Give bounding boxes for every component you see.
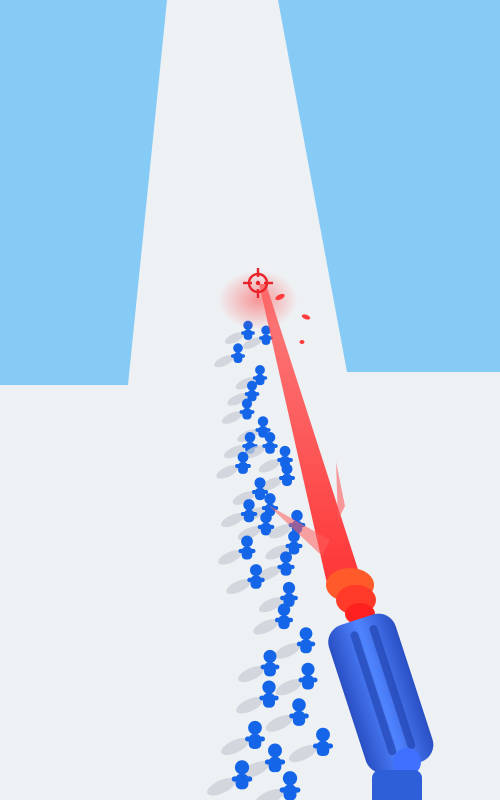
gun-grip	[372, 770, 422, 800]
figure-head	[277, 603, 291, 617]
figure-head	[254, 477, 266, 489]
figure-head	[234, 760, 250, 775]
figure-arms	[279, 787, 301, 793]
figure-arms	[240, 511, 258, 517]
figure-arms	[255, 428, 271, 432]
figure-arms	[274, 617, 294, 623]
figure-arms	[231, 776, 253, 782]
figure-head	[299, 627, 313, 640]
figure-arms	[264, 759, 286, 765]
figure-head	[233, 343, 243, 353]
figure-head	[262, 680, 276, 694]
figure-head	[264, 432, 276, 443]
figure-arms	[289, 713, 309, 719]
figure-arms	[235, 464, 251, 468]
figure-arms	[279, 476, 295, 480]
figure-head	[264, 493, 276, 505]
figure-arms	[298, 677, 318, 683]
figure-arms	[244, 736, 266, 742]
figure-body	[254, 487, 266, 501]
figure-arms	[277, 458, 293, 462]
figure-head	[280, 551, 292, 564]
figure-arms	[251, 489, 269, 495]
figure-head	[268, 743, 282, 758]
figure-arms	[244, 392, 260, 396]
figure-head	[282, 771, 298, 786]
figure-head	[237, 451, 249, 463]
figure-arms	[277, 564, 295, 570]
figure-body	[248, 733, 262, 750]
figure-arms	[247, 577, 265, 583]
blood-drop	[299, 340, 305, 344]
figure-head	[246, 380, 258, 391]
figure-head	[281, 463, 293, 475]
figure-body	[238, 462, 248, 474]
figure-head	[255, 364, 265, 375]
figure-head	[263, 649, 277, 663]
figure-head	[241, 398, 253, 409]
figure-arms	[241, 331, 255, 335]
figure-head	[243, 499, 255, 511]
figure-arms	[296, 641, 316, 647]
figure-body	[241, 546, 253, 560]
figure-arms	[252, 376, 268, 380]
figure-head	[316, 727, 330, 742]
figure-arms	[262, 444, 278, 448]
figure-head	[279, 445, 291, 457]
figure-arms	[238, 548, 256, 554]
figure-arms	[259, 695, 279, 701]
figure-head	[282, 581, 296, 595]
figure-body	[242, 408, 252, 420]
figure-body	[264, 662, 276, 677]
figure-body	[250, 575, 262, 589]
figure-head	[260, 511, 272, 524]
figure-head	[249, 564, 263, 577]
blood-glow	[218, 270, 298, 330]
figure-arms	[230, 354, 246, 358]
figure-arms	[257, 524, 275, 530]
figure-head	[301, 662, 315, 676]
figure-head	[241, 535, 253, 548]
figure-arms	[259, 336, 273, 340]
figure-head	[248, 720, 262, 735]
figure-arms	[260, 664, 280, 670]
figure-head	[257, 416, 269, 427]
figure-arms	[312, 743, 334, 749]
figure-head	[244, 432, 256, 443]
figure-arms	[280, 595, 298, 601]
figure-arms	[285, 543, 303, 549]
game-scene[interactable]	[0, 0, 500, 800]
figure-head	[292, 698, 306, 712]
figure-arms	[239, 410, 255, 414]
